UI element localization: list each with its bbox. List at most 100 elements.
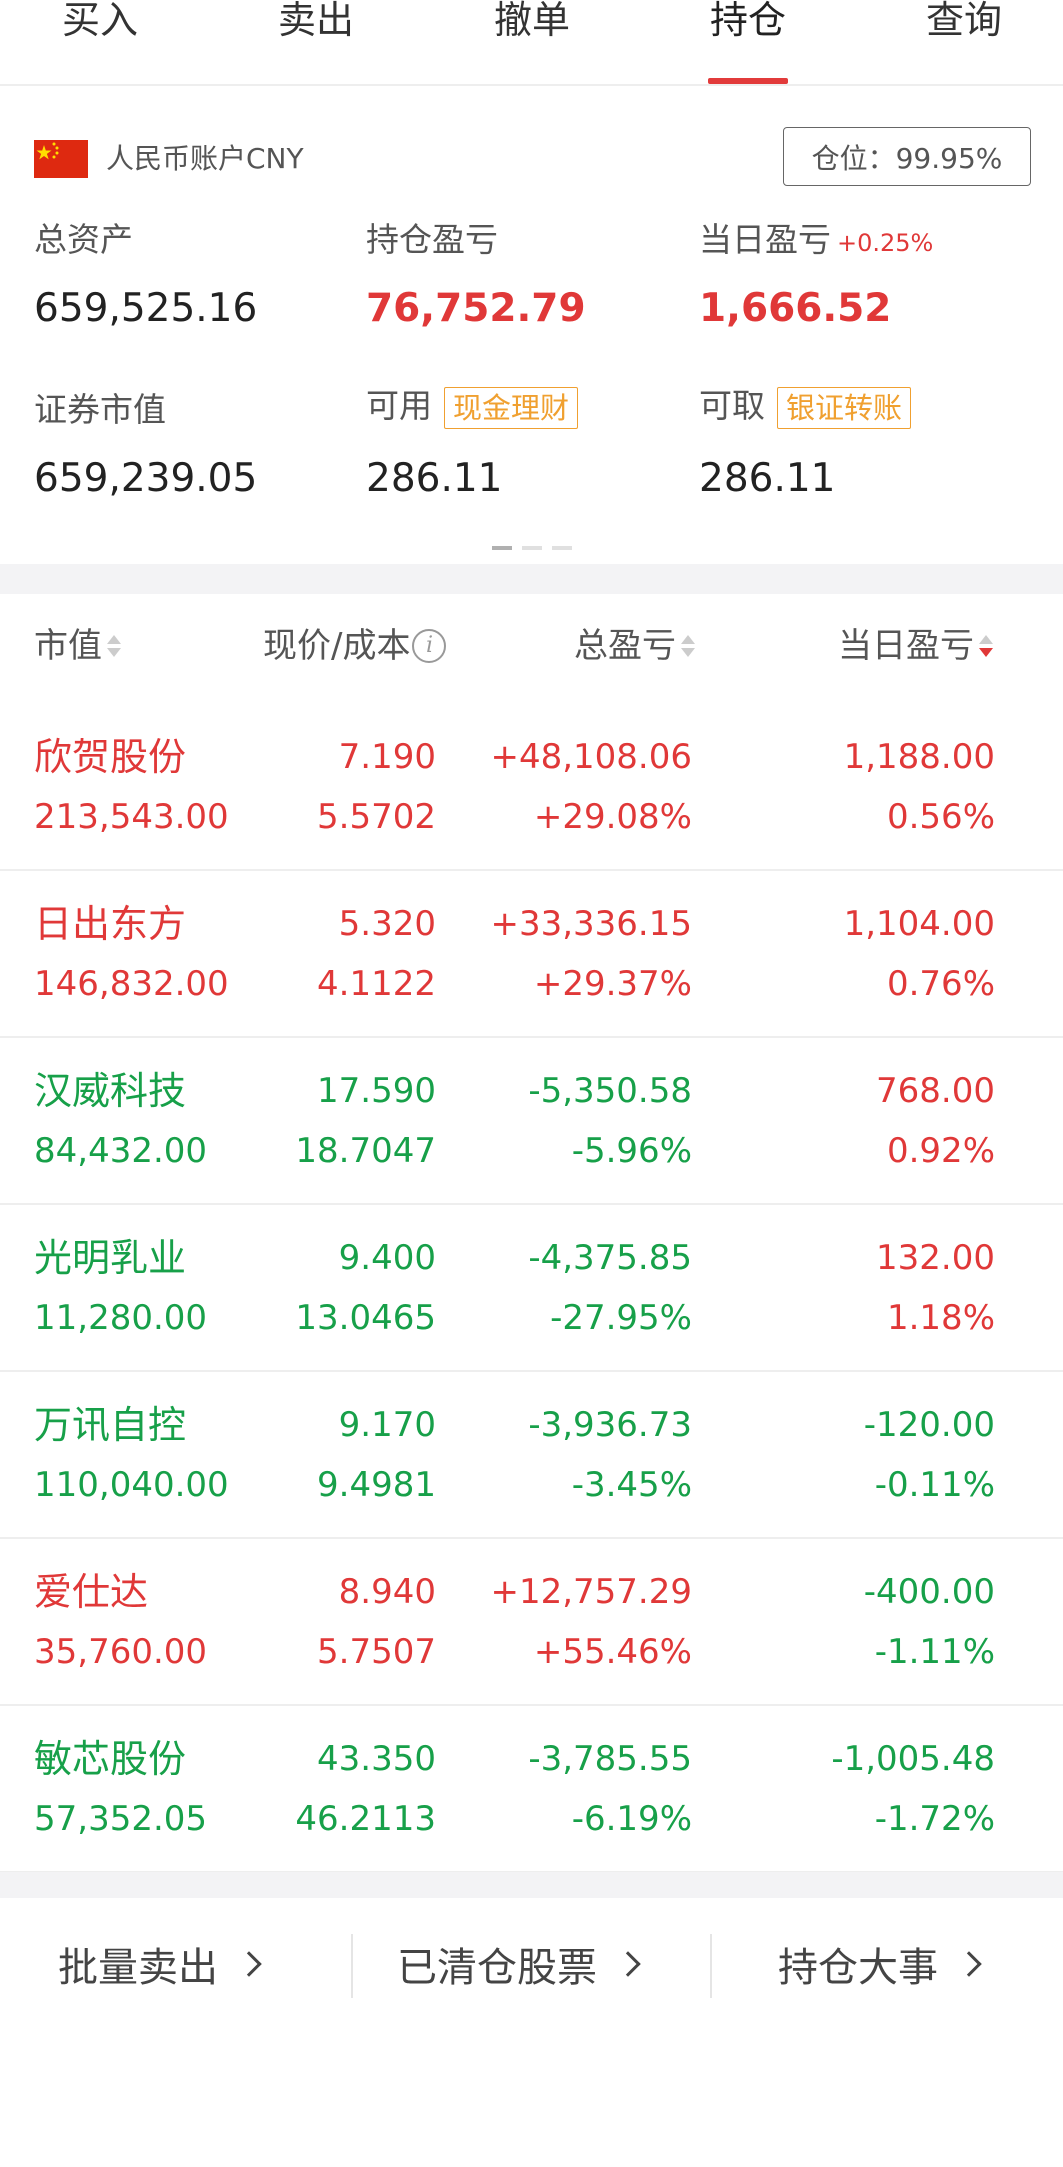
holding-row[interactable]: 日出东方 146,832.00 5.320 4.1122 +33,336.15 +29.3… (0, 871, 1063, 1038)
daily-pl: 1,188.00 (843, 737, 995, 777)
daily-pl-label-group: 当日盈亏 +0.25% (699, 220, 933, 263)
market-value-header-label: 市值 (34, 626, 102, 666)
total-pl-percent: +29.08% (533, 797, 692, 837)
market-value: 110,040.00 (34, 1465, 229, 1505)
current-price: 9.170 (338, 1405, 436, 1445)
position-ratio-badge[interactable]: 仓位：99.95% (783, 127, 1031, 186)
cleared-stocks-button[interactable]: 已清仓股票 (397, 1936, 641, 1992)
stock-name: 汉威科技 (34, 1069, 187, 1113)
holding-events-button[interactable]: 持仓大事 (778, 1936, 982, 1992)
divider (710, 1934, 712, 1998)
stock-name: 欣贺股份 (34, 735, 187, 779)
trade-tabs: 买入 卖出 撤单 持仓 查询 (0, 0, 1063, 86)
cash-management-button[interactable]: 现金理财 (444, 386, 579, 429)
daily-pl-header-label: 当日盈亏 (838, 626, 974, 666)
current-price: 7.190 (338, 737, 436, 777)
page-dot (522, 546, 542, 550)
sort-icon (680, 629, 696, 663)
daily-pl-percent: -0.11% (874, 1465, 995, 1505)
stock-name: 爱仕达 (34, 1570, 149, 1614)
market-value: 213,543.00 (34, 797, 229, 837)
securities-value-label: 证券市值 (34, 390, 166, 429)
holding-row[interactable]: 万讯自控 110,040.00 9.170 9.4981 -3,936.73 -3.45%… (0, 1372, 1063, 1539)
price-cost-header-label: 现价/成本 (263, 626, 411, 666)
cost-price: 5.7507 (317, 1632, 436, 1672)
holding-row[interactable]: 汉威科技 84,432.00 17.590 18.7047 -5,350.58 -5.96… (0, 1038, 1063, 1205)
total-pl: -3,785.55 (528, 1739, 692, 1779)
daily-pl: 1,104.00 (843, 904, 995, 944)
cost-price: 18.7047 (295, 1131, 436, 1171)
total-assets-value: 659,525.16 (34, 286, 258, 331)
sort-desc-icon (978, 629, 994, 663)
bank-transfer-button[interactable]: 银证转账 (777, 386, 912, 429)
china-flag-icon (34, 140, 88, 178)
stock-name: 光明乳业 (34, 1236, 187, 1280)
daily-pl: -400.00 (863, 1572, 995, 1612)
withdrawable-label-group: 可取 银证转账 (699, 386, 912, 429)
market-value-header[interactable]: 市值 (34, 624, 122, 668)
stock-name: 万讯自控 (34, 1403, 187, 1447)
daily-pl-label: 当日盈亏 (699, 220, 831, 259)
total-pl: +12,757.29 (490, 1572, 692, 1612)
market-value: 84,432.00 (34, 1131, 208, 1171)
holding-row[interactable]: 光明乳业 11,280.00 9.400 13.0465 -4,375.85 -27.95… (0, 1205, 1063, 1372)
holding-events-label: 持仓大事 (778, 1945, 938, 1991)
tab-buy[interactable]: 买入 (40, 0, 160, 84)
withdrawable-label: 可取 (699, 386, 765, 425)
tab-query[interactable]: 查询 (904, 0, 1024, 84)
cleared-stocks-label: 已清仓股票 (397, 1945, 597, 1991)
daily-pl: -1,005.48 (831, 1739, 995, 1779)
holding-row[interactable]: 敏芯股份 57,352.05 43.350 46.2113 -3,785.55 -6.19… (0, 1706, 1063, 1873)
daily-pl-percent: 0.92% (886, 1131, 995, 1171)
total-pl-percent: +55.46% (533, 1632, 692, 1672)
sort-icon (106, 629, 122, 663)
info-icon[interactable]: i (412, 629, 447, 663)
total-pl: -4,375.85 (528, 1238, 692, 1278)
batch-sell-button[interactable]: 批量卖出 (58, 1936, 262, 1992)
holdings-list: 欣贺股份 213,543.00 7.190 5.5702 +48,108.06 +29.0… (0, 704, 1063, 1873)
holding-row[interactable]: 爱仕达 35,760.00 8.940 5.7507 +12,757.29 +55.46%… (0, 1539, 1063, 1706)
total-pl-percent: -3.45% (571, 1465, 692, 1505)
section-divider (0, 1872, 1063, 1898)
holding-pl-value: 76,752.79 (366, 286, 586, 331)
daily-pl-header[interactable]: 当日盈亏 (838, 624, 994, 668)
current-price: 8.940 (338, 1572, 436, 1612)
section-divider (0, 564, 1063, 594)
holding-pl-label: 持仓盈亏 (366, 220, 498, 259)
cost-price: 9.4981 (317, 1465, 436, 1505)
tab-sell[interactable]: 卖出 (256, 0, 376, 84)
tab-cancel-order[interactable]: 撤单 (472, 0, 592, 84)
daily-pl-percent: 0.76% (886, 964, 995, 1004)
page-dot (552, 546, 572, 550)
daily-pl-percent: -1.72% (874, 1799, 995, 1839)
daily-pl: -120.00 (863, 1405, 995, 1445)
holding-row[interactable]: 欣贺股份 213,543.00 7.190 5.5702 +48,108.06 +29.0… (0, 704, 1063, 871)
total-pl-percent: +29.37% (533, 964, 692, 1004)
market-value: 146,832.00 (34, 964, 229, 1004)
current-price: 43.350 (317, 1739, 436, 1779)
total-pl-percent: -5.96% (571, 1131, 692, 1171)
chevron-right-icon (956, 1951, 982, 1977)
bottom-actions: 批量卖出 已清仓股票 持仓大事 (0, 1898, 1063, 2038)
market-value: 35,760.00 (34, 1632, 208, 1672)
chevron-right-icon (236, 1951, 262, 1977)
active-tab-indicator (708, 78, 788, 84)
daily-pl: 132.00 (876, 1238, 995, 1278)
current-price: 5.320 (338, 904, 436, 944)
total-pl-percent: -6.19% (571, 1799, 692, 1839)
cost-price: 46.2113 (295, 1799, 436, 1839)
securities-value: 659,239.05 (34, 456, 258, 501)
tab-holdings[interactable]: 持仓 (688, 0, 808, 84)
total-pl-header-label: 总盈亏 (574, 626, 676, 666)
available-value: 286.11 (366, 456, 503, 501)
total-assets-label: 总资产 (34, 220, 133, 259)
current-price: 9.400 (338, 1238, 436, 1278)
total-pl: -3,936.73 (528, 1405, 692, 1445)
total-pl-header[interactable]: 总盈亏 (574, 624, 696, 668)
total-pl-percent: -27.95% (550, 1298, 692, 1338)
cost-price: 5.5702 (317, 797, 436, 837)
stock-name: 敏芯股份 (34, 1737, 187, 1781)
daily-pl-percent: +0.25% (837, 229, 934, 257)
total-pl: -5,350.58 (528, 1071, 692, 1111)
total-pl: +33,336.15 (490, 904, 692, 944)
